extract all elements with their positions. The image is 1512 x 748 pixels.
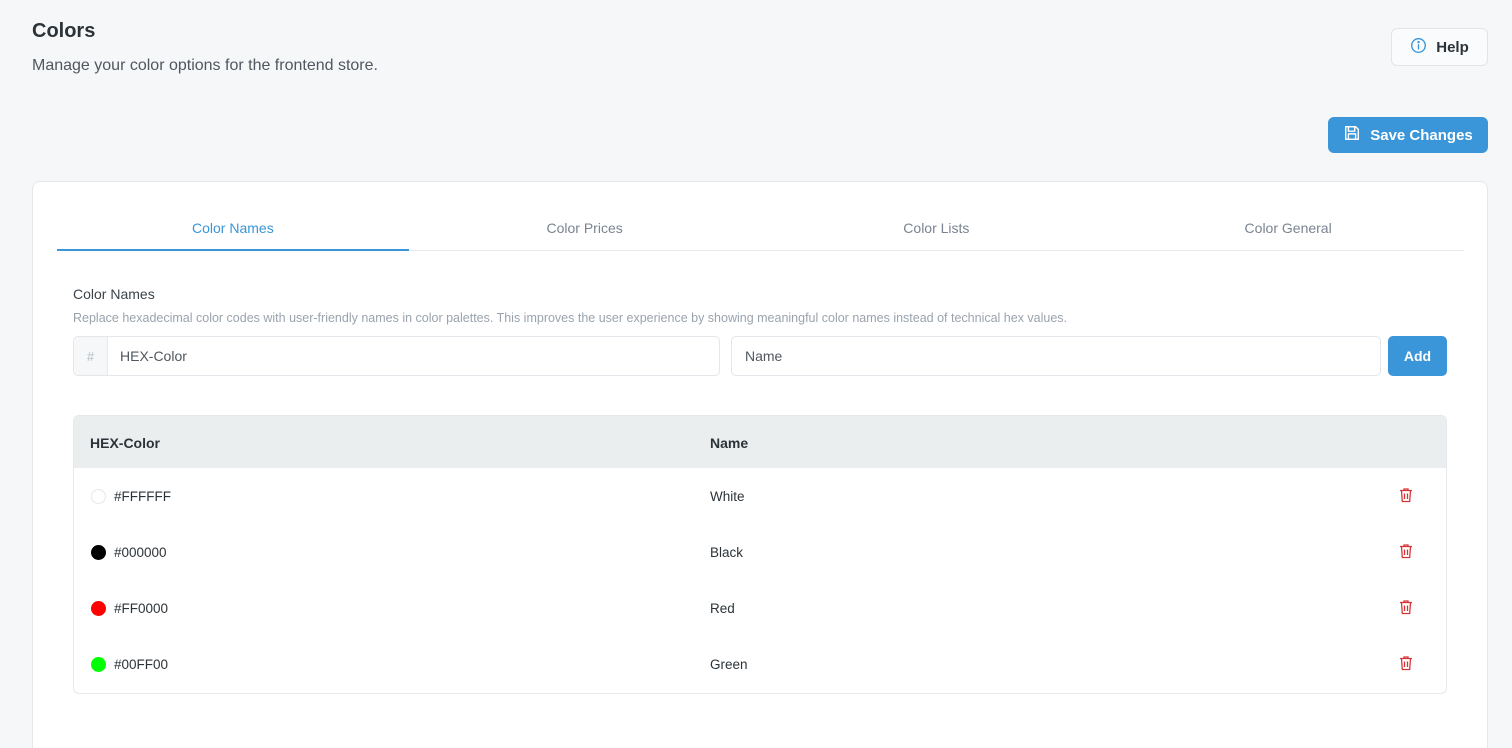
tab-color-lists[interactable]: Color Lists bbox=[761, 212, 1113, 250]
trash-icon[interactable] bbox=[1399, 543, 1415, 559]
trash-icon[interactable] bbox=[1399, 655, 1415, 671]
color-names-table: HEX-Color Name #FFFFFF White #000000 Bla… bbox=[73, 415, 1447, 694]
color-swatch bbox=[91, 601, 106, 616]
trash-icon[interactable] bbox=[1399, 487, 1415, 503]
hex-color-input-group: # bbox=[73, 336, 720, 376]
row-color-name: White bbox=[710, 489, 745, 504]
section-title: Color Names bbox=[73, 286, 155, 302]
table-row: #FFFFFF White bbox=[74, 468, 1446, 524]
table-header: HEX-Color Name bbox=[74, 416, 1446, 468]
table-row: #000000 Black bbox=[74, 524, 1446, 580]
column-header-hex: HEX-Color bbox=[90, 435, 160, 451]
add-color-button[interactable]: Add bbox=[1388, 336, 1447, 376]
color-name-input[interactable] bbox=[732, 337, 1380, 375]
tab-bar: Color Names Color Prices Color Lists Col… bbox=[57, 212, 1464, 251]
page-subtitle: Manage your color options for the fronte… bbox=[32, 57, 378, 74]
trash-icon[interactable] bbox=[1399, 599, 1415, 615]
hex-color-input[interactable] bbox=[108, 337, 719, 375]
tab-color-names[interactable]: Color Names bbox=[57, 212, 409, 251]
row-hex-value: #00FF00 bbox=[114, 657, 169, 672]
save-changes-label: Save Changes bbox=[1370, 126, 1473, 144]
column-header-name: Name bbox=[710, 435, 749, 451]
info-circle-icon bbox=[1410, 37, 1427, 58]
floppy-disk-icon bbox=[1343, 124, 1361, 146]
color-settings-card: Color Names Color Prices Color Lists Col… bbox=[32, 181, 1488, 748]
save-changes-button[interactable]: Save Changes bbox=[1328, 117, 1488, 153]
hex-prefix: # bbox=[74, 337, 108, 375]
help-button[interactable]: Help bbox=[1391, 28, 1488, 66]
color-swatch bbox=[91, 657, 106, 672]
row-hex-value: #000000 bbox=[114, 545, 167, 560]
name-input-wrap bbox=[731, 336, 1381, 376]
color-swatch bbox=[91, 545, 106, 560]
tab-color-general[interactable]: Color General bbox=[1112, 212, 1464, 250]
row-hex-value: #FF0000 bbox=[114, 601, 169, 616]
page-title: Colors bbox=[32, 20, 96, 42]
table-row: #00FF00 Green bbox=[74, 636, 1446, 692]
tab-color-prices[interactable]: Color Prices bbox=[409, 212, 761, 250]
row-color-name: Green bbox=[710, 657, 748, 672]
colors-page: Colors Manage your color options for the… bbox=[0, 0, 1512, 748]
row-hex-value: #FFFFFF bbox=[114, 489, 171, 504]
row-color-name: Red bbox=[710, 601, 735, 616]
row-color-name: Black bbox=[710, 545, 744, 560]
color-swatch bbox=[91, 489, 106, 504]
table-row: #FF0000 Red bbox=[74, 580, 1446, 636]
section-description: Replace hexadecimal color codes with use… bbox=[73, 311, 1068, 325]
help-button-label: Help bbox=[1436, 38, 1469, 56]
